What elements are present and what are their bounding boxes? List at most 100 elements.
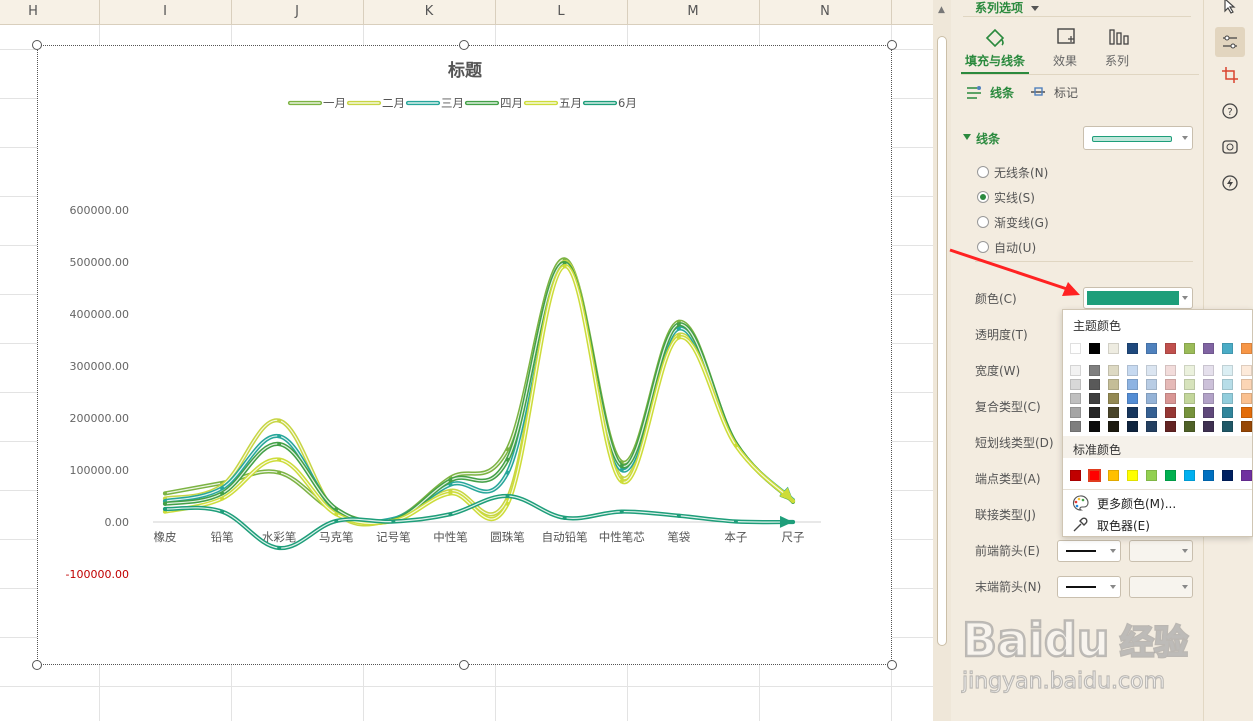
data-point[interactable] <box>676 335 681 340</box>
line-chart[interactable]: 标题 一月 二月 三月 四月 五月 6月 600000.00 500000.00 400000… <box>38 46 891 664</box>
line-color-dropdown[interactable] <box>1083 287 1193 309</box>
tab-effects[interactable]: 效果 <box>1045 24 1089 72</box>
legend-item[interactable]: 三月 <box>405 96 464 110</box>
theme-shade-swatch[interactable] <box>1222 407 1233 418</box>
theme-shade-swatch[interactable] <box>1241 421 1252 432</box>
theme-shade-swatch[interactable] <box>1127 365 1138 376</box>
theme-shade-swatch[interactable] <box>1108 379 1119 390</box>
data-point[interactable] <box>619 463 624 468</box>
theme-shade-swatch[interactable] <box>1165 379 1176 390</box>
standard-color-swatch[interactable] <box>1184 470 1195 481</box>
theme-color-swatch[interactable] <box>1203 343 1214 354</box>
theme-shade-swatch[interactable] <box>1241 393 1252 404</box>
resize-handle-top-right[interactable] <box>887 40 897 50</box>
series-options-dropdown[interactable]: 系列选项 <box>975 0 1040 16</box>
series-layer[interactable] <box>162 257 796 551</box>
theme-color-swatch[interactable] <box>1241 343 1252 354</box>
theme-shade-swatch[interactable] <box>1184 393 1195 404</box>
standard-color-swatch[interactable] <box>1127 470 1138 481</box>
begin-arrow-type-dropdown[interactable] <box>1057 540 1121 562</box>
theme-color-swatch[interactable] <box>1184 343 1195 354</box>
column-header-m[interactable]: M <box>627 0 759 24</box>
data-point[interactable] <box>277 442 282 446</box>
legend-item[interactable]: 6月 <box>582 96 637 110</box>
theme-shade-swatch[interactable] <box>1222 421 1233 432</box>
scrollbar-thumb[interactable] <box>937 36 947 646</box>
standard-color-swatch[interactable] <box>1241 470 1252 481</box>
column-header-h[interactable]: H <box>0 0 66 24</box>
theme-color-swatch[interactable] <box>1165 343 1176 354</box>
line-section-toggle[interactable]: 线条 <box>963 130 1033 148</box>
lightning-icon[interactable] <box>1218 171 1242 195</box>
cursor-icon[interactable] <box>1218 0 1242 18</box>
theme-shade-swatch[interactable] <box>1165 365 1176 376</box>
subtab-line[interactable]: 线条 <box>965 84 1025 102</box>
data-point[interactable] <box>277 470 282 475</box>
standard-color-swatch[interactable] <box>1203 470 1214 481</box>
data-point[interactable] <box>676 322 681 327</box>
tab-series[interactable]: 系列 <box>1101 24 1145 72</box>
data-point[interactable] <box>334 507 339 511</box>
legend-item[interactable]: 五月 <box>523 96 582 110</box>
theme-shade-swatch[interactable] <box>1070 393 1081 404</box>
settings-sliders-icon[interactable] <box>1215 27 1245 57</box>
standard-color-swatch[interactable] <box>1222 470 1233 481</box>
legend-item[interactable]: 一月 <box>287 96 346 110</box>
end-arrow-type-dropdown[interactable] <box>1057 576 1121 598</box>
subtab-marker[interactable]: 标记 <box>1029 84 1089 102</box>
theme-shade-swatch[interactable] <box>1184 407 1195 418</box>
column-header-k[interactable]: K <box>363 0 495 24</box>
theme-shade-swatch[interactable] <box>1222 393 1233 404</box>
data-point[interactable] <box>505 470 510 475</box>
data-point[interactable] <box>277 418 282 423</box>
data-point[interactable] <box>505 457 510 462</box>
data-point[interactable] <box>505 447 510 452</box>
radio-solid-line[interactable] <box>977 191 989 203</box>
theme-shade-swatch[interactable] <box>1241 379 1252 390</box>
theme-color-swatch[interactable] <box>1222 343 1233 354</box>
data-point[interactable] <box>220 509 225 514</box>
tab-fill-line[interactable]: 填充与线条 <box>961 24 1029 72</box>
data-point[interactable] <box>505 501 510 506</box>
data-point[interactable] <box>334 512 339 517</box>
theme-color-swatch[interactable] <box>1108 343 1119 354</box>
theme-shade-swatch[interactable] <box>1089 407 1100 418</box>
theme-shade-swatch[interactable] <box>1108 421 1119 432</box>
data-point[interactable] <box>619 468 624 472</box>
theme-shade-swatch[interactable] <box>1222 365 1233 376</box>
theme-color-swatch[interactable] <box>1127 343 1138 354</box>
data-point[interactable] <box>733 443 738 448</box>
theme-shade-swatch[interactable] <box>1203 379 1214 390</box>
theme-shade-swatch[interactable] <box>1203 365 1214 376</box>
spreadsheet-area[interactable]: H I J K L M N 标题 一月 二月 三月 四月 五月 6月 60000… <box>0 0 933 721</box>
standard-color-swatch[interactable] <box>1146 470 1157 481</box>
chart-object[interactable]: 标题 一月 二月 三月 四月 五月 6月 600000.00 500000.00 400000… <box>37 45 892 665</box>
vertical-scrollbar[interactable]: ▲ <box>933 0 951 721</box>
scroll-up-icon[interactable]: ▲ <box>938 5 945 15</box>
help-icon[interactable]: ? <box>1218 99 1242 123</box>
theme-shade-swatch[interactable] <box>1184 379 1195 390</box>
column-header-n[interactable]: N <box>759 0 891 24</box>
radio-gradient-line[interactable] <box>977 216 989 228</box>
theme-shade-swatch[interactable] <box>1127 379 1138 390</box>
theme-shade-swatch[interactable] <box>1146 421 1157 432</box>
y-axis[interactable]: 600000.00 500000.00 400000.00 300000.00 2000… <box>66 204 129 581</box>
data-point[interactable] <box>448 491 453 496</box>
theme-shade-swatch[interactable] <box>1089 365 1100 376</box>
data-point[interactable] <box>277 546 282 550</box>
theme-shade-swatch[interactable] <box>1108 407 1119 418</box>
theme-shade-swatch[interactable] <box>1089 379 1100 390</box>
theme-shade-swatch[interactable] <box>1070 365 1081 376</box>
theme-shade-swatch[interactable] <box>1146 407 1157 418</box>
data-point[interactable] <box>220 486 225 491</box>
theme-color-swatch[interactable] <box>1089 343 1100 354</box>
begin-arrow-size-dropdown[interactable] <box>1129 540 1193 562</box>
resize-handle-bottom[interactable] <box>459 660 469 670</box>
data-point[interactable] <box>619 509 624 514</box>
theme-color-swatch[interactable] <box>1070 343 1081 354</box>
theme-shade-swatch[interactable] <box>1070 421 1081 432</box>
data-point[interactable] <box>163 507 167 511</box>
eyedropper-button[interactable]: 取色器(E) <box>1071 515 1150 535</box>
data-point[interactable] <box>562 515 567 520</box>
theme-shade-swatch[interactable] <box>1127 393 1138 404</box>
